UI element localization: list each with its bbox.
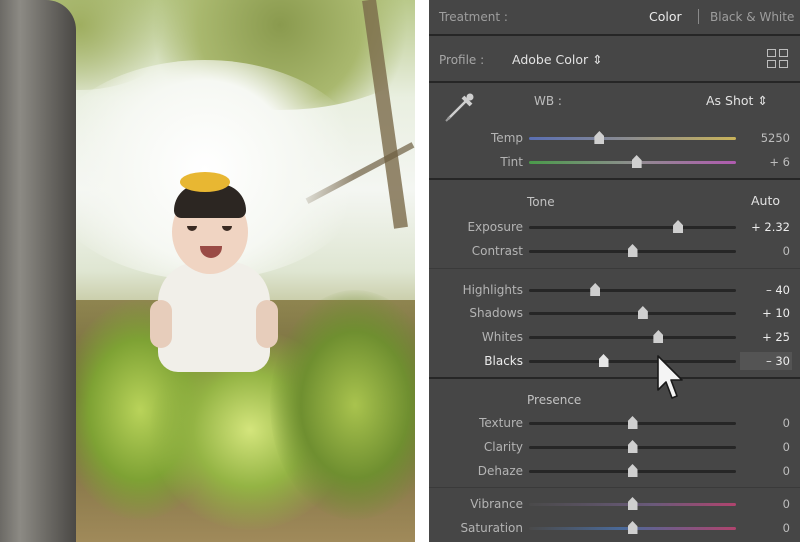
clarity-slider-row: Clarity 0 (429, 439, 800, 455)
tree-trunk (0, 0, 76, 542)
saturation-label: Saturation (460, 521, 523, 535)
whites-slider-track[interactable] (529, 330, 736, 343)
profile-label: Profile : (439, 53, 485, 67)
texture-slider-track[interactable] (529, 416, 736, 429)
divider (429, 377, 800, 379)
clarity-slider-thumb[interactable] (627, 440, 638, 453)
dehaze-slider-thumb[interactable] (627, 464, 638, 477)
tint-slider-thumb[interactable] (631, 155, 642, 168)
highlights-slider-thumb[interactable] (590, 283, 601, 296)
wb-dropdown[interactable]: As Shot ⇕ (706, 94, 768, 108)
shadows-value[interactable]: + 10 (746, 306, 790, 320)
treatment-label: Treatment : (439, 10, 508, 24)
vibrance-slider-thumb[interactable] (627, 497, 638, 510)
whites-slider-row: Whites + 25 (429, 329, 800, 345)
temp-slider-track[interactable] (529, 131, 736, 144)
saturation-slider-row: Saturation 0 (429, 520, 800, 536)
temp-value[interactable]: 5250 (746, 131, 790, 145)
vibrance-slider-row: Vibrance 0 (429, 496, 800, 512)
hair-bow (180, 172, 230, 192)
contrast-slider-thumb[interactable] (627, 244, 638, 257)
clarity-label: Clarity (483, 440, 523, 454)
whites-value[interactable]: + 25 (746, 330, 790, 344)
treatment-color-option[interactable]: Color (649, 10, 682, 24)
tone-auto-button[interactable]: Auto (751, 194, 780, 208)
blacks-label: Blacks (484, 354, 523, 368)
vibrance-value[interactable]: 0 (746, 497, 790, 511)
whites-label: Whites (481, 330, 523, 344)
highlights-slider-row: Highlights – 40 (429, 282, 800, 298)
profile-dropdown[interactable]: Adobe Color ⇕ (512, 53, 603, 67)
contrast-slider-track[interactable] (529, 244, 736, 257)
exposure-value[interactable]: + 2.32 (746, 220, 790, 234)
divider (429, 268, 800, 269)
vibrance-slider-track[interactable] (529, 497, 736, 510)
blacks-value[interactable]: – 30 (746, 354, 790, 368)
panel-gap (415, 0, 429, 542)
divider (429, 81, 800, 83)
treatment-bw-option[interactable]: Black & White (710, 10, 794, 24)
texture-slider-thumb[interactable] (627, 416, 638, 429)
contrast-slider-row: Contrast 0 (429, 243, 800, 259)
shadows-slider-thumb[interactable] (637, 306, 648, 319)
highlights-slider-track[interactable] (529, 283, 736, 296)
exposure-slider-track[interactable] (529, 220, 736, 233)
temp-slider-thumb[interactable] (594, 131, 605, 144)
exposure-slider-thumb[interactable] (673, 220, 684, 233)
temp-label: Temp (491, 131, 523, 145)
baby-dress (158, 262, 270, 372)
tint-label: Tint (500, 155, 523, 169)
saturation-slider-track[interactable] (529, 521, 736, 534)
shadows-label: Shadows (469, 306, 523, 320)
baby-arm-left (150, 300, 172, 348)
divider (429, 34, 800, 36)
baby-arm-right (256, 300, 278, 348)
highlights-label: Highlights (462, 283, 523, 297)
exposure-slider-row: Exposure + 2.32 (429, 219, 800, 235)
vibrance-label: Vibrance (470, 497, 523, 511)
divider (429, 487, 800, 488)
divider (429, 178, 800, 180)
dehaze-slider-row: Dehaze 0 (429, 463, 800, 479)
shadows-slider-row: Shadows + 10 (429, 305, 800, 321)
photo-preview (0, 0, 415, 542)
tone-section-title: Tone (527, 195, 555, 209)
blacks-slider-row: Blacks – 30 (429, 353, 800, 369)
develop-panel: Treatment : Color Black & White Profile … (429, 0, 800, 542)
temp-slider-row: Temp 5250 (429, 130, 800, 146)
whites-slider-thumb[interactable] (653, 330, 664, 343)
dehaze-value[interactable]: 0 (746, 464, 790, 478)
contrast-label: Contrast (471, 244, 523, 258)
tint-slider-row: Tint + 6 (429, 154, 800, 170)
exposure-label: Exposure (467, 220, 523, 234)
treatment-separator (698, 9, 699, 24)
highlights-value[interactable]: – 40 (746, 283, 790, 297)
saturation-slider-thumb[interactable] (627, 521, 638, 534)
shadows-slider-track[interactable] (529, 306, 736, 319)
wb-label: WB : (534, 94, 562, 108)
contrast-value[interactable]: 0 (746, 244, 790, 258)
mouse-pointer-icon (656, 354, 684, 402)
dehaze-slider-track[interactable] (529, 464, 736, 477)
texture-slider-row: Texture 0 (429, 415, 800, 431)
texture-label: Texture (479, 416, 523, 430)
tint-slider-track[interactable] (529, 155, 736, 168)
profile-browser-grid-icon[interactable] (767, 49, 789, 69)
clarity-value[interactable]: 0 (746, 440, 790, 454)
saturation-value[interactable]: 0 (746, 521, 790, 535)
blacks-slider-track[interactable] (529, 354, 736, 367)
eyedropper-icon[interactable] (439, 88, 479, 128)
tint-value[interactable]: + 6 (746, 155, 790, 169)
texture-value[interactable]: 0 (746, 416, 790, 430)
presence-section-title: Presence (527, 393, 582, 407)
clarity-slider-track[interactable] (529, 440, 736, 453)
dehaze-label: Dehaze (477, 464, 523, 478)
blacks-slider-thumb[interactable] (598, 354, 609, 367)
